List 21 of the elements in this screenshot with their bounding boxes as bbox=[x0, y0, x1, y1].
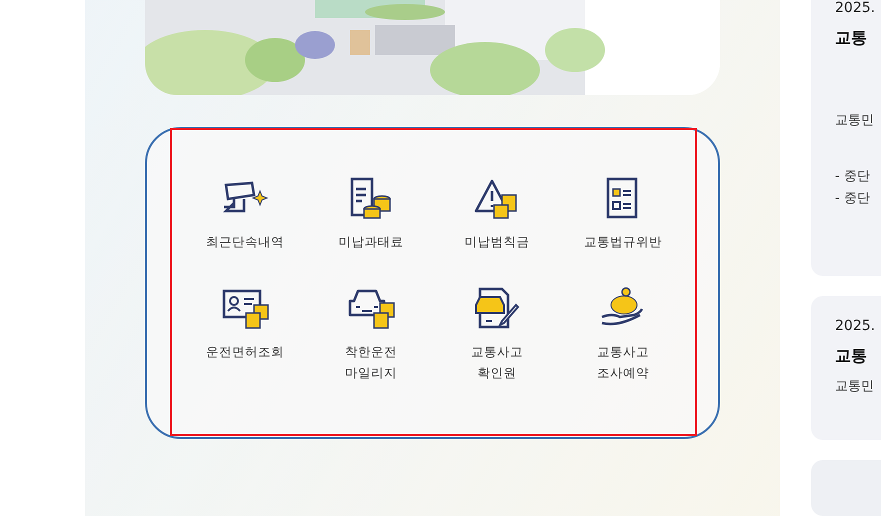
menu-item[interactable]: 교통사고 확인원 bbox=[434, 287, 560, 397]
notice-bullet: - 중단 bbox=[835, 168, 870, 185]
notice-title: 교통 bbox=[835, 346, 867, 368]
notice-date: 2025. bbox=[835, 318, 876, 334]
menu-item[interactable]: 교통사고 조사예약 bbox=[560, 287, 686, 397]
menu-item[interactable]: 운전면허조회 bbox=[182, 287, 308, 397]
menu-item[interactable]: 미납범칙금 bbox=[434, 177, 560, 287]
notice-card[interactable]: 2025. 교통 교통민 bbox=[811, 296, 881, 440]
notice-text: 교통민 bbox=[835, 112, 874, 129]
menu-item[interactable]: 착한운전 마일리지 bbox=[308, 287, 434, 397]
notice-title: 교통 bbox=[835, 28, 867, 49]
id-card-coins-icon bbox=[220, 287, 270, 331]
menu-item[interactable]: 미납과태료 bbox=[308, 177, 434, 287]
menu-item[interactable]: 교통법규위반 bbox=[560, 177, 686, 287]
car-document-icon bbox=[472, 287, 522, 331]
car-coins-icon bbox=[346, 287, 396, 331]
menu-item[interactable]: 최근단속내역 bbox=[182, 177, 308, 287]
notice-bullet: - 중단 bbox=[835, 190, 870, 207]
notice-text: 교통민 bbox=[835, 378, 874, 396]
notice-card[interactable]: 2025. 교통 교통민 - 중단 - 중단 bbox=[811, 0, 881, 276]
notice-date: 2025. bbox=[835, 0, 876, 16]
